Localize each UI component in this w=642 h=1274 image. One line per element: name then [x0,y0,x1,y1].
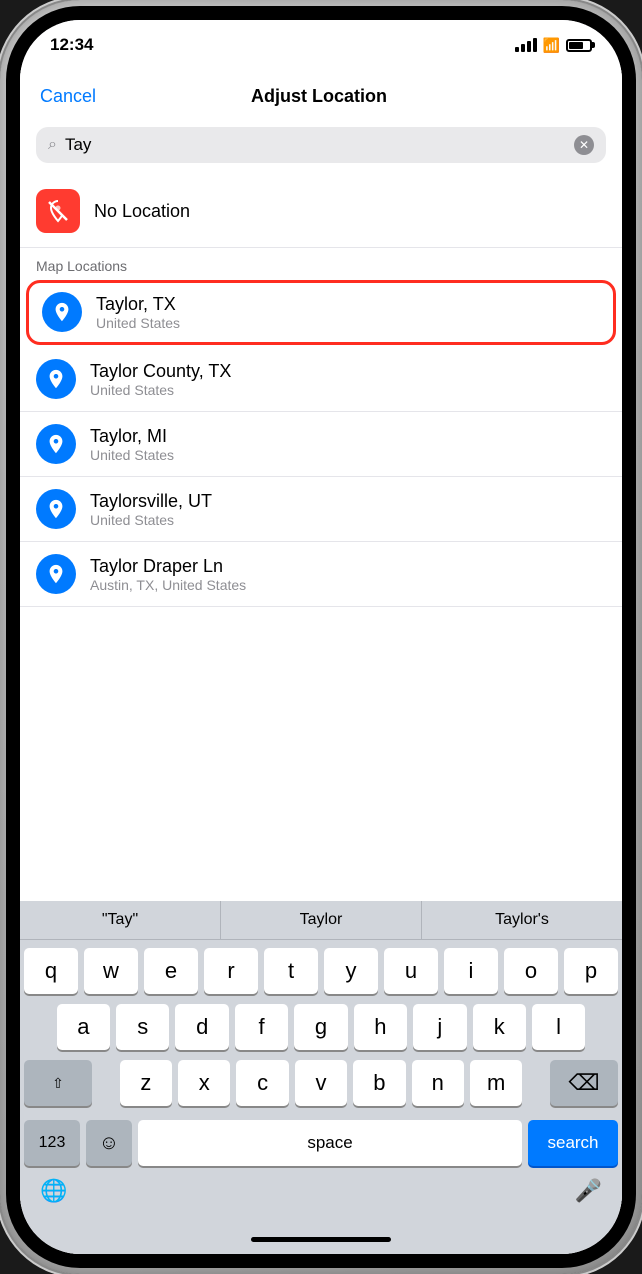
key-c[interactable]: c [236,1060,288,1106]
location-name-3: Taylorsville, UT [90,491,212,512]
key-m[interactable]: m [470,1060,522,1106]
main-content: Cancel Adjust Location ⌕ Tay ✕ [20,70,622,1254]
location-pin-icon-1 [36,359,76,399]
location-name-4: Taylor Draper Ln [90,556,246,577]
location-pin-icon-4 [36,554,76,594]
phone-frame: 12:34 📶 Canc [0,0,642,1274]
key-y[interactable]: y [324,948,378,994]
signal-bars-icon [515,38,537,52]
key-v[interactable]: v [295,1060,347,1106]
keyboard-row-3: ⇧ z x c v b n m ⌫ [24,1060,618,1106]
search-bar[interactable]: ⌕ Tay ✕ [36,127,606,163]
keyboard-row-1: q w e r t y u i o p [24,948,618,994]
keyboard-bottom-bar: 123 ☺ space search [20,1120,622,1170]
location-row-3[interactable]: Taylorsville, UTUnited States [20,477,622,542]
key-f[interactable]: f [235,1004,288,1050]
clear-search-button[interactable]: ✕ [574,135,594,155]
location-sub-2: United States [90,447,174,463]
key-u[interactable]: u [384,948,438,994]
emoji-key[interactable]: ☺ [86,1120,132,1166]
key-i[interactable]: i [444,948,498,994]
key-q[interactable]: q [24,948,78,994]
location-text-2: Taylor, MIUnited States [90,426,174,463]
location-row-4[interactable]: Taylor Draper LnAustin, TX, United State… [20,542,622,607]
location-text-4: Taylor Draper LnAustin, TX, United State… [90,556,246,593]
home-indicator-area [20,1224,622,1254]
no-location-icon [36,189,80,233]
location-row-1[interactable]: Taylor County, TXUnited States [20,347,622,412]
cancel-button[interactable]: Cancel [40,86,96,107]
key-z[interactable]: z [120,1060,172,1106]
key-x[interactable]: x [178,1060,230,1106]
backspace-key[interactable]: ⌫ [550,1060,618,1106]
search-input[interactable]: Tay [65,135,566,155]
key-n[interactable]: n [412,1060,464,1106]
location-name-0: Taylor, TX [96,294,180,315]
keyboard-area: "Tay" Taylor Taylor's q w e r t y [20,901,622,1224]
location-text-3: Taylorsville, UTUnited States [90,491,212,528]
location-sub-0: United States [96,315,180,331]
key-j[interactable]: j [413,1004,466,1050]
key-g[interactable]: g [294,1004,347,1050]
location-row-2[interactable]: Taylor, MIUnited States [20,412,622,477]
page-title: Adjust Location [251,86,387,107]
autocomplete-taylor[interactable]: Taylor [221,901,422,939]
search-icon: ⌕ [48,136,57,154]
status-bar: 12:34 📶 [20,20,622,70]
key-l[interactable]: l [532,1004,585,1050]
location-pin-icon-2 [36,424,76,464]
location-name-2: Taylor, MI [90,426,174,447]
autocomplete-tay[interactable]: "Tay" [20,901,221,939]
location-pin-icon-3 [36,489,76,529]
location-text-1: Taylor County, TXUnited States [90,361,231,398]
key-h[interactable]: h [354,1004,407,1050]
key-r[interactable]: r [204,948,258,994]
location-text-0: Taylor, TXUnited States [96,294,180,331]
keyboard-row-2: a s d f g h j k l [24,1004,618,1050]
autocomplete-taylors[interactable]: Taylor's [422,901,622,939]
key-123-button[interactable]: 123 [24,1120,80,1166]
location-sub-4: Austin, TX, United States [90,577,246,593]
key-t[interactable]: t [264,948,318,994]
key-w[interactable]: w [84,948,138,994]
autocomplete-bar: "Tay" Taylor Taylor's [20,901,622,940]
mic-icon[interactable]: 🎤 [575,1178,602,1204]
space-key[interactable]: space [138,1120,522,1166]
search-container: ⌕ Tay ✕ [20,119,622,175]
location-sub-1: United States [90,382,231,398]
globe-icon[interactable]: 🌐 [40,1178,67,1204]
locations-container: Taylor, TXUnited StatesTaylor County, TX… [20,280,622,607]
status-icons: 📶 [515,37,592,54]
location-sub-3: United States [90,512,212,528]
battery-icon [566,39,592,52]
home-indicator [251,1237,391,1242]
key-k[interactable]: k [473,1004,526,1050]
status-time: 12:34 [50,35,93,55]
key-o[interactable]: o [504,948,558,994]
shift-key[interactable]: ⇧ [24,1060,92,1106]
screen: 12:34 📶 Canc [20,20,622,1254]
key-e[interactable]: e [144,948,198,994]
search-button[interactable]: search [528,1120,618,1166]
phone-inner: 12:34 📶 Canc [6,6,636,1268]
key-p[interactable]: p [564,948,618,994]
key-s[interactable]: s [116,1004,169,1050]
key-a[interactable]: a [57,1004,110,1050]
header: Cancel Adjust Location [20,70,622,119]
location-name-1: Taylor County, TX [90,361,231,382]
no-location-label: No Location [94,201,190,222]
location-pin-icon-0 [42,292,82,332]
location-list: No Location Map Locations Taylor, TXUnit… [20,175,622,901]
map-locations-header: Map Locations [20,248,622,278]
no-location-row[interactable]: No Location [20,175,622,248]
keyboard-rows: q w e r t y u i o p [20,940,622,1120]
location-row-0[interactable]: Taylor, TXUnited States [26,280,616,345]
key-b[interactable]: b [353,1060,405,1106]
key-d[interactable]: d [175,1004,228,1050]
wifi-icon: 📶 [543,37,560,54]
